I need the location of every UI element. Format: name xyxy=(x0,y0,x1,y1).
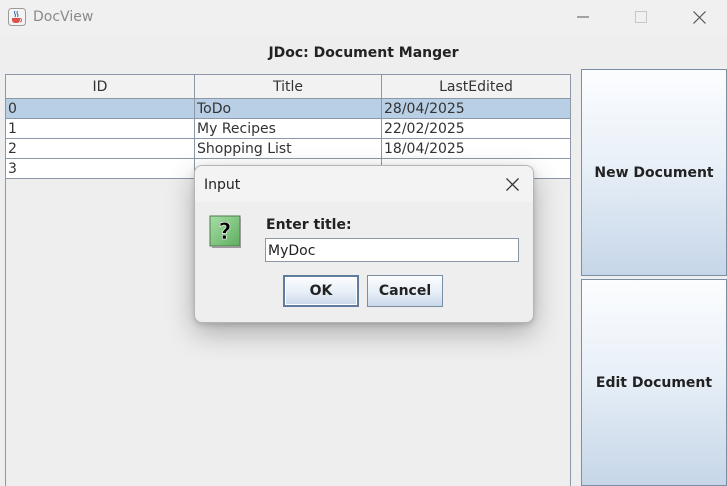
title-input[interactable] xyxy=(265,238,519,262)
cell-title: ToDo xyxy=(194,99,381,118)
question-icon: ? xyxy=(209,215,241,248)
maximize-button[interactable] xyxy=(618,2,664,32)
dialog-prompt: Enter title: xyxy=(266,217,352,233)
table-header: ID Title LastEdited xyxy=(6,74,570,99)
cell-last-edited: 28/04/2025 xyxy=(381,99,570,118)
cell-id: 1 xyxy=(8,121,17,137)
cell-last-edited: 22/02/2025 xyxy=(381,119,570,138)
cell-title: Shopping List xyxy=(194,139,381,158)
close-window-button[interactable] xyxy=(676,2,722,32)
window-title: DocView xyxy=(33,9,94,25)
ok-button[interactable]: OK xyxy=(283,275,359,307)
table-row[interactable]: 0 ToDo 28/04/2025 xyxy=(6,99,570,119)
column-header-id[interactable]: ID xyxy=(6,75,194,99)
table-row[interactable]: 1 My Recipes 22/02/2025 xyxy=(6,119,570,139)
dialog-titlebar: Input xyxy=(195,166,533,202)
window-titlebar: DocView xyxy=(0,0,727,36)
maximize-icon xyxy=(635,11,647,23)
java-coffee-cup-icon xyxy=(8,8,26,26)
cell-last-edited: 18/04/2025 xyxy=(381,139,570,158)
dialog-close-button[interactable] xyxy=(495,170,529,198)
cancel-button[interactable]: Cancel xyxy=(367,275,443,307)
minimize-icon xyxy=(577,16,589,18)
cell-title: My Recipes xyxy=(194,119,381,138)
cell-id: 2 xyxy=(8,141,17,157)
minimize-button[interactable] xyxy=(560,2,606,32)
dialog-title: Input xyxy=(204,177,241,193)
input-dialog: Input ? Enter title: OK Cancel xyxy=(194,165,534,323)
column-header-title[interactable]: Title xyxy=(194,75,381,99)
edit-document-button[interactable]: Edit Document xyxy=(581,279,727,486)
column-header-last-edited[interactable]: LastEdited xyxy=(381,75,570,99)
cell-id: 3 xyxy=(8,161,17,177)
close-icon xyxy=(505,177,519,191)
page-title: JDoc: Document Manger xyxy=(268,45,459,61)
svg-text:?: ? xyxy=(219,220,232,245)
table-row[interactable]: 2 Shopping List 18/04/2025 xyxy=(6,139,570,159)
close-icon xyxy=(692,10,706,24)
new-document-button[interactable]: New Document xyxy=(581,69,727,276)
cell-id: 0 xyxy=(8,101,17,117)
